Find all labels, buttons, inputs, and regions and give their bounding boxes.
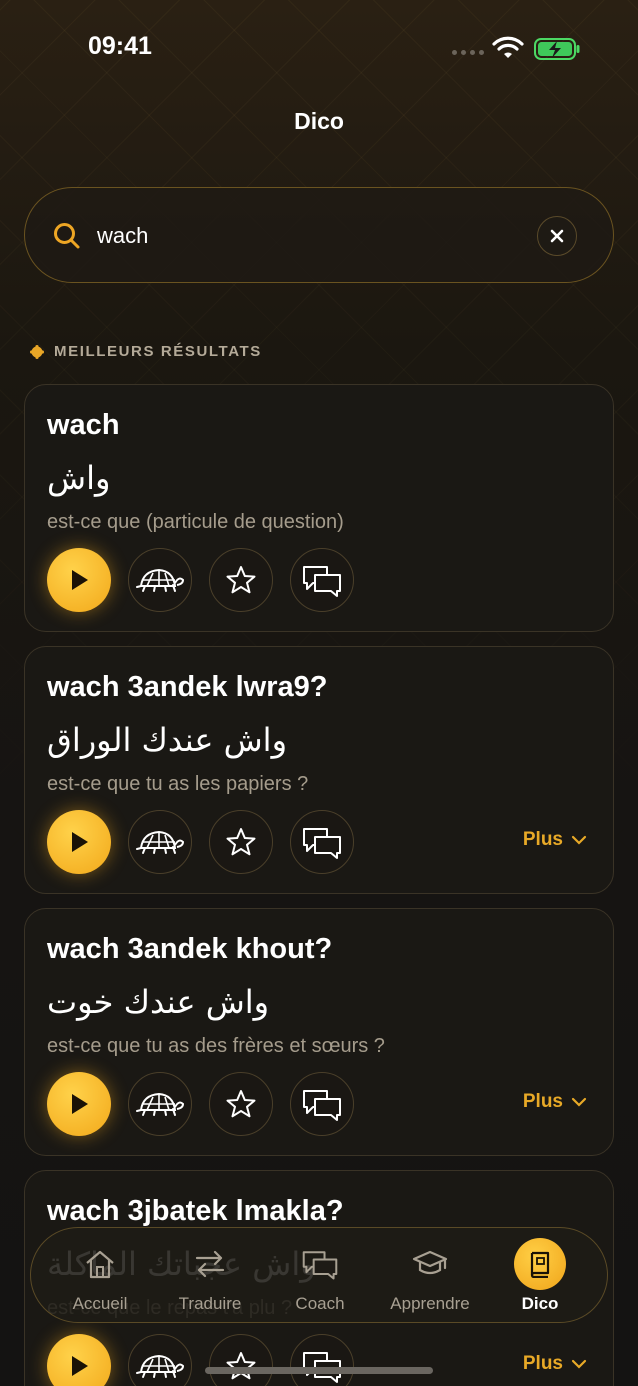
result-meaning: est-ce que tu as des frères et sœurs ? [47,1035,385,1057]
more-label: Plus [522,1353,563,1374]
tab-label: Traduire [178,1294,242,1313]
swap-icon [195,1250,225,1278]
play-button[interactable] [47,1072,111,1136]
graduation-cap-icon [412,1250,448,1275]
more-label: Plus [522,829,563,850]
play-icon [72,1094,88,1114]
cellular-signal-icon [452,50,484,55]
result-arabic: واش عندك الوراق [47,721,288,759]
star-icon [226,828,256,856]
chat-bubbles-icon [303,566,341,597]
tab-label: Coach [295,1294,345,1313]
home-icon [86,1250,114,1279]
search-bar [24,187,614,283]
chevron-down-icon [571,835,587,845]
coach-button[interactable] [290,1334,354,1386]
result-term: wach [47,409,120,441]
slow-play-button[interactable] [128,1334,192,1386]
star-icon [226,1352,256,1380]
wifi-icon [492,36,524,58]
tab-accueil[interactable]: Accueil [45,1228,155,1324]
clear-search-button[interactable] [537,216,577,256]
result-card[interactable]: wach 3andek khout? واش عندك خوت est-ce q… [24,908,614,1156]
turtle-icon [136,1092,185,1116]
star-icon [226,566,256,594]
tab-label: Accueil [72,1294,128,1313]
play-button[interactable] [47,1334,111,1386]
result-arabic: واش [47,459,111,497]
play-icon [72,832,88,852]
search-input[interactable] [97,216,527,256]
active-tab-badge [514,1238,566,1290]
chat-bubbles-icon [303,828,341,859]
turtle-icon [136,1354,185,1378]
result-term: wach 3jbatek lmakla? [47,1195,344,1227]
tab-label: Apprendre [390,1294,470,1313]
turtle-icon [136,568,185,592]
result-term: wach 3andek lwra9? [47,671,328,703]
play-button[interactable] [47,810,111,874]
result-actions [47,548,354,612]
favorite-button[interactable] [209,1072,273,1136]
section-label: MEILLEURS RÉSULTATS [30,343,262,360]
turtle-icon [136,830,185,854]
play-icon [72,1356,88,1376]
tab-coach[interactable]: Coach [265,1228,375,1324]
tab-apprendre[interactable]: Apprendre [375,1228,485,1324]
status-time: 09:41 [88,32,152,60]
chevron-down-icon [571,1359,587,1369]
more-button[interactable]: Plus [523,1091,587,1113]
chat-bubbles-icon [303,1090,341,1121]
result-meaning: est-ce que tu as les papiers ? [47,773,309,795]
book-icon [530,1251,550,1278]
star-icon [226,1090,256,1118]
more-button[interactable]: Plus [523,829,587,851]
result-card[interactable]: wach واش est-ce que (particule de questi… [24,384,614,632]
slow-play-button[interactable] [128,548,192,612]
play-button[interactable] [47,548,111,612]
result-term: wach 3andek khout? [47,933,333,965]
flower-badge-icon [30,344,44,359]
result-arabic: واش عندك خوت [47,983,270,1021]
favorite-button[interactable] [209,548,273,612]
chat-icon [302,1251,338,1280]
bottom-tab-bar: Accueil Traduire Coach Apprendre Dico [30,1227,608,1323]
tab-dico[interactable]: Dico [485,1228,595,1324]
coach-button[interactable] [290,548,354,612]
coach-button[interactable] [290,1072,354,1136]
result-meaning: est-ce que (particule de question) [47,511,344,533]
battery-charging-icon [534,38,580,60]
page-title: Dico [294,108,344,134]
result-actions [47,1072,354,1136]
more-button[interactable]: Plus [523,1353,587,1375]
favorite-button[interactable] [209,1334,273,1386]
favorite-button[interactable] [209,810,273,874]
status-bar: 09:41 [0,30,638,66]
result-card[interactable]: wach 3andek lwra9? واش عندك الوراق est-c… [24,646,614,894]
tab-label: Dico [521,1294,559,1313]
chevron-down-icon [571,1097,587,1107]
tab-traduire[interactable]: Traduire [155,1228,265,1324]
section-title: MEILLEURS RÉSULTATS [54,343,262,360]
result-actions [47,1334,354,1386]
coach-button[interactable] [290,810,354,874]
slow-play-button[interactable] [128,810,192,874]
more-label: Plus [522,1091,563,1112]
home-indicator [205,1367,433,1374]
search-icon [54,223,80,249]
close-icon [550,229,564,243]
play-icon [72,570,88,590]
chat-bubbles-icon [303,1352,341,1383]
result-actions [47,810,354,874]
slow-play-button[interactable] [128,1072,192,1136]
